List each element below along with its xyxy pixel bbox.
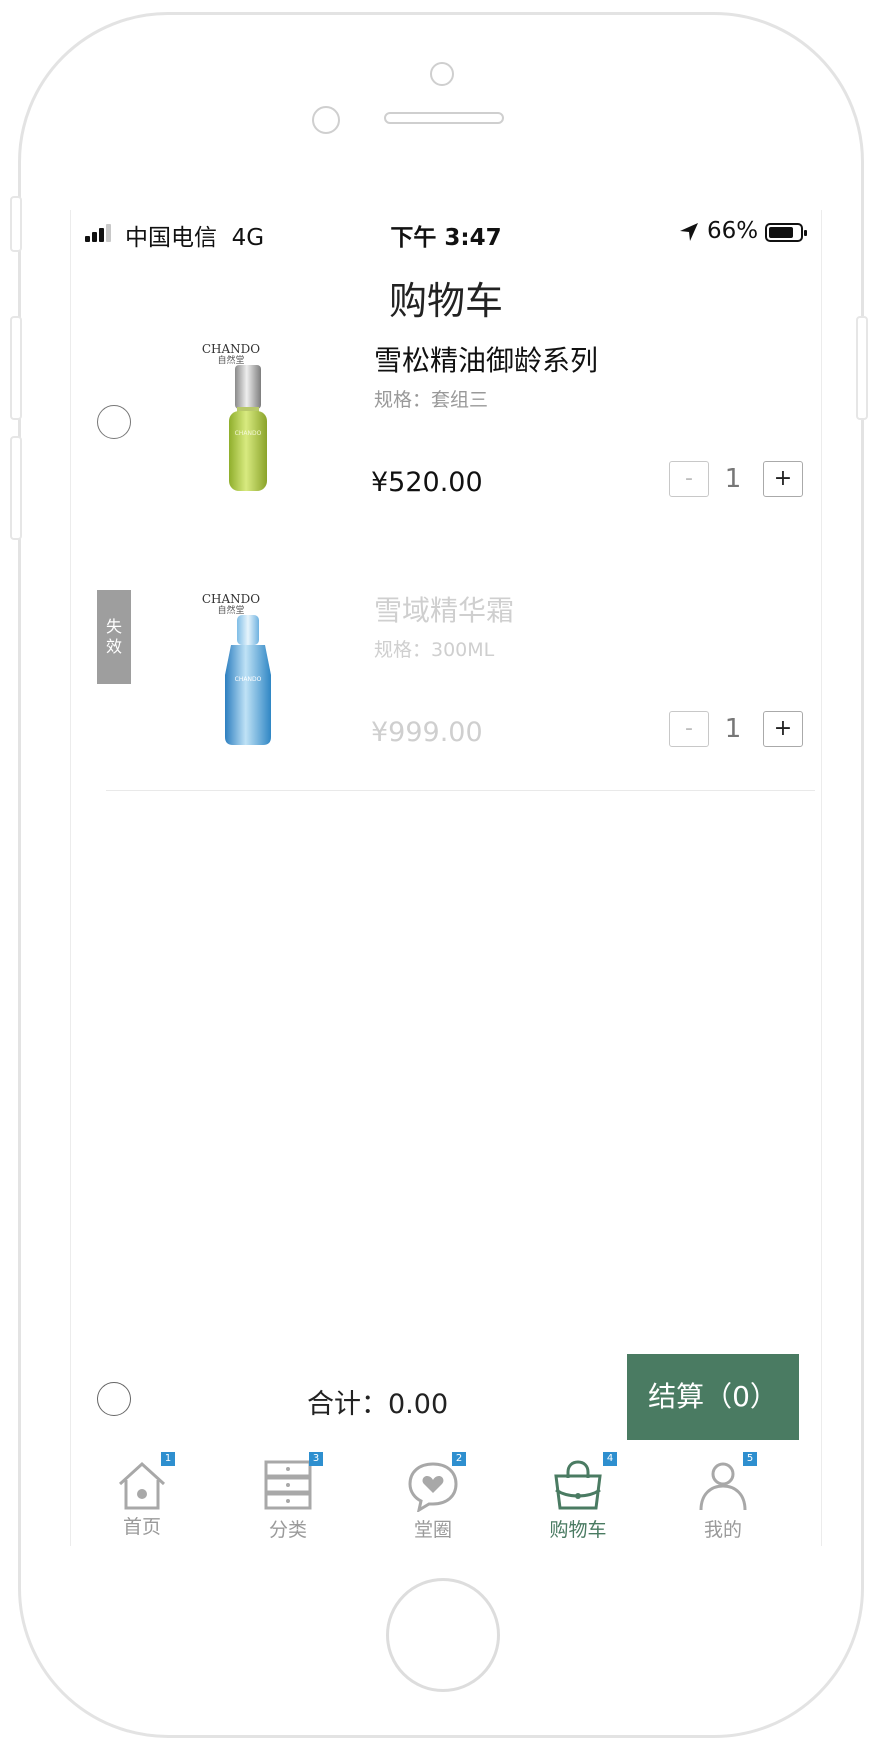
quantity-decrease-button[interactable]: - [669, 461, 709, 497]
svg-text:CHANDO: CHANDO [235, 676, 262, 683]
battery-percent: 66% [707, 218, 759, 244]
heart-chat-icon [408, 1462, 458, 1512]
home-button[interactable] [386, 1578, 500, 1692]
tab-badge: 2 [452, 1452, 466, 1466]
product-price: ¥999.00 [371, 717, 483, 748]
shopping-bag-icon [554, 1460, 602, 1510]
power-button [856, 316, 868, 420]
location-arrow-icon [680, 223, 698, 241]
drawer-icon [264, 1460, 312, 1510]
product-name[interactable]: 雪域精华霜 [374, 589, 514, 629]
product-image: CHANDO 自然堂 CHANDO [171, 335, 341, 515]
tab-badge: 3 [309, 1452, 323, 1466]
blue-serum-bottle-icon: CHANDO [225, 615, 271, 745]
tab-home[interactable]: 1 首页 [87, 1440, 197, 1544]
product-spec: 规格：300ML [374, 639, 495, 661]
user-icon [699, 1462, 747, 1511]
tab-circle[interactable]: 2 堂圈 [378, 1440, 488, 1544]
app-screen: 中国电信 4G 下午 3:47 66% 购物车 CHANDO 自然堂 CHAND… [70, 210, 822, 1546]
home-icon [118, 1461, 166, 1510]
total-amount: 合计：0.00 [307, 1389, 449, 1420]
select-all-radio[interactable] [97, 1382, 131, 1416]
brand-logo: CHANDO 自然堂 [201, 342, 261, 366]
page-title: 购物车 [388, 279, 503, 323]
brand-logo: CHANDO 自然堂 [201, 592, 261, 616]
cart-item-invalid: CHANDO 自然堂 CHANDO 失 效 雪域精华霜 规格：300ML ¥999… [71, 585, 821, 835]
ringer-switch [10, 196, 22, 252]
proximity-sensor [312, 106, 340, 134]
tab-badge: 5 [743, 1452, 757, 1466]
quantity-value: 1 [724, 464, 742, 494]
quantity-decrease-button[interactable]: - [669, 711, 709, 747]
tab-category[interactable]: 3 分类 [233, 1440, 343, 1544]
svg-text:CHANDO: CHANDO [235, 430, 262, 437]
status-bar: 中国电信 4G 下午 3:47 66% [71, 210, 821, 254]
product-image: CHANDO 自然堂 CHANDO [171, 585, 341, 765]
product-spec: 规格：套组三 [374, 389, 489, 411]
quantity-value: 1 [724, 714, 742, 744]
checkout-button[interactable]: 结算（0） [627, 1354, 799, 1440]
tab-badge: 4 [603, 1452, 617, 1466]
tab-badge: 1 [161, 1452, 175, 1466]
quantity-increase-button[interactable]: + [763, 711, 803, 747]
quantity-increase-button[interactable]: + [763, 461, 803, 497]
volume-down-button [10, 436, 22, 540]
volume-up-button [10, 316, 22, 420]
product-name[interactable]: 雪松精油御龄系列 [374, 339, 598, 379]
green-serum-bottle-icon: CHANDO [229, 365, 267, 491]
tab-label: 堂圈 [413, 1519, 452, 1541]
front-camera [430, 62, 454, 86]
product-price: ¥520.00 [371, 467, 483, 498]
invalid-badge: 失 效 [97, 590, 131, 684]
tab-cart[interactable]: 4 购物车 [523, 1440, 633, 1544]
tab-label: 我的 [703, 1519, 742, 1541]
battery-icon [765, 223, 807, 242]
item-select-radio[interactable] [97, 405, 131, 439]
cart-item: CHANDO 自然堂 CHANDO 雪松精油御龄系列 规格：套组三 ¥520.00… [71, 335, 821, 585]
tab-label: 购物车 [549, 1519, 607, 1541]
earpiece-speaker [384, 112, 504, 124]
tab-label: 首页 [122, 1516, 161, 1538]
tab-mine[interactable]: 5 我的 [668, 1440, 778, 1544]
tab-label: 分类 [268, 1519, 307, 1541]
